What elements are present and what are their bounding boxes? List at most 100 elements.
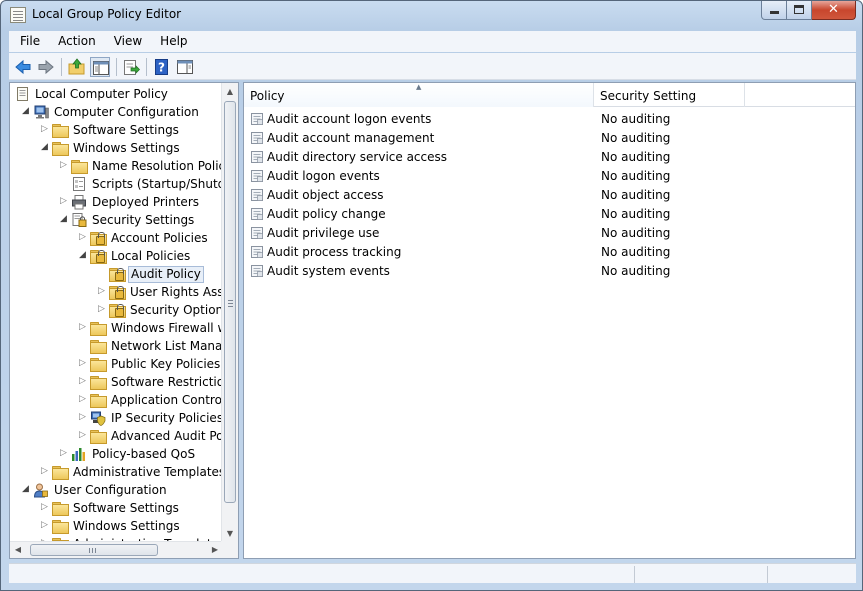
expanded-arrow-icon[interactable]: ◢ bbox=[22, 107, 31, 116]
show-hide-console-tree-button[interactable] bbox=[90, 57, 110, 77]
policy-row[interactable]: Audit process tracking No auditing bbox=[244, 243, 855, 262]
expanded-arrow-icon[interactable]: ◢ bbox=[79, 251, 88, 260]
collapsed-arrow-icon[interactable]: ▷ bbox=[79, 395, 88, 404]
tree-vertical-scrollbar[interactable]: ▲ ▼ bbox=[221, 83, 238, 542]
collapsed-arrow-icon[interactable]: ▷ bbox=[98, 287, 107, 296]
help-button[interactable]: ? bbox=[152, 57, 172, 77]
tree-node-windows-settings[interactable]: ◢ Windows Settings bbox=[10, 139, 223, 157]
collapsed-arrow-icon[interactable]: ▷ bbox=[79, 323, 88, 332]
scroll-down-arrow-icon[interactable]: ▼ bbox=[222, 525, 238, 542]
folder-shape bbox=[52, 520, 69, 534]
tree-node-label: Security Settings bbox=[92, 213, 195, 227]
collapsed-arrow-icon[interactable]: ▷ bbox=[79, 413, 88, 422]
tree-node-policy-based-qos[interactable]: ▷ Policy-based QoS bbox=[10, 445, 223, 463]
tree-node-windows-settings[interactable]: ▷ Windows Settings bbox=[10, 517, 223, 535]
close-button[interactable]: ✕ bbox=[812, 1, 856, 20]
policy-row[interactable]: Audit privilege use No auditing bbox=[244, 224, 855, 243]
expanded-arrow-icon[interactable]: ◢ bbox=[41, 143, 50, 152]
minimize-button[interactable] bbox=[761, 1, 787, 20]
collapsed-arrow-icon[interactable]: ▷ bbox=[79, 431, 88, 440]
collapsed-arrow-icon[interactable]: ▷ bbox=[79, 233, 88, 242]
tree-node-local-policies[interactable]: ◢ Local Policies bbox=[10, 247, 223, 265]
show-action-pane-button[interactable] bbox=[175, 57, 195, 77]
security-setting-value: No auditing bbox=[601, 264, 671, 278]
scroll-thumb[interactable] bbox=[224, 101, 236, 503]
security-setting-value: No auditing bbox=[601, 169, 671, 183]
tree-node-user-rights-assig[interactable]: ▷ User Rights Assig bbox=[10, 283, 223, 301]
collapsed-arrow-icon[interactable]: ▷ bbox=[98, 305, 107, 314]
tree-node-ip-security-policies-o[interactable]: ▷ IP Security Policies o bbox=[10, 409, 223, 427]
column-header-policy[interactable]: Policy ▲ bbox=[244, 83, 594, 107]
folder-icon bbox=[90, 428, 107, 444]
collapsed-arrow-icon[interactable]: ▷ bbox=[41, 125, 50, 134]
tree-node-software-restriction[interactable]: ▷ Software Restriction bbox=[10, 373, 223, 391]
tree-node-label: Audit Policy bbox=[128, 266, 204, 283]
scroll-left-arrow-icon[interactable]: ◀ bbox=[10, 542, 26, 558]
policy-row[interactable]: Audit logon events No auditing bbox=[244, 167, 855, 186]
app-icon[interactable] bbox=[10, 7, 26, 23]
forward-button[interactable] bbox=[36, 57, 56, 77]
collapsed-arrow-icon[interactable]: ▷ bbox=[79, 359, 88, 368]
column-header-security-setting[interactable]: Security Setting bbox=[594, 83, 745, 107]
tree-node-deployed-printers[interactable]: ▷ Deployed Printers bbox=[10, 193, 223, 211]
menu-view[interactable]: View bbox=[103, 31, 149, 52]
expanded-arrow-icon[interactable]: ◢ bbox=[60, 215, 69, 224]
tree-node-name-resolution-policy[interactable]: ▷ Name Resolution Policy bbox=[10, 157, 223, 175]
scroll-thumb[interactable] bbox=[30, 544, 158, 556]
details-pane: Policy ▲ Security Setting Audit account … bbox=[243, 82, 856, 559]
tree-node-security-options[interactable]: ▷ Security Options bbox=[10, 301, 223, 319]
tree-node-computer-configuration[interactable]: ◢ Computer Configuration bbox=[10, 103, 223, 121]
folder-icon bbox=[52, 500, 69, 516]
up-folder-button[interactable] bbox=[67, 57, 87, 77]
collapsed-arrow-icon[interactable]: ▷ bbox=[41, 521, 50, 530]
tree-node-software-settings[interactable]: ▷ Software Settings bbox=[10, 499, 223, 517]
maximize-button[interactable] bbox=[787, 1, 812, 20]
tree-node-audit-policy[interactable]: Audit Policy bbox=[10, 265, 223, 283]
tree-node-user-configuration[interactable]: ◢ User Configuration bbox=[10, 481, 223, 499]
menu-help[interactable]: Help bbox=[149, 31, 194, 52]
policy-row[interactable]: Audit policy change No auditing bbox=[244, 205, 855, 224]
tree-node-scripts-startup-shutdov[interactable]: Scripts (Startup/Shutdov bbox=[10, 175, 223, 193]
expanded-arrow-icon[interactable]: ◢ bbox=[22, 485, 31, 494]
tree-node-label: Windows Settings bbox=[73, 141, 180, 155]
collapsed-arrow-icon[interactable]: ▷ bbox=[41, 503, 50, 512]
policy-row[interactable]: Audit object access No auditing bbox=[244, 186, 855, 205]
folder-icon bbox=[52, 464, 69, 480]
policy-item-icon bbox=[250, 112, 264, 126]
security-setting-value: No auditing bbox=[601, 245, 671, 259]
folder-icon bbox=[52, 140, 69, 156]
tree-node-label: Policy-based QoS bbox=[92, 447, 196, 461]
policy-row[interactable]: Audit system events No auditing bbox=[244, 262, 855, 281]
policy-row[interactable]: Audit account logon events No auditing bbox=[244, 110, 855, 129]
collapsed-arrow-icon[interactable]: ▷ bbox=[60, 197, 69, 206]
menu-bar: File Action View Help bbox=[9, 31, 856, 52]
tree-node-administrative-templates[interactable]: ▷ Administrative Templates bbox=[10, 463, 223, 481]
tree-node-security-settings[interactable]: ◢ Security Settings bbox=[10, 211, 223, 229]
policy-row[interactable]: Audit directory service access No auditin… bbox=[244, 148, 855, 167]
scroll-up-arrow-icon[interactable]: ▲ bbox=[222, 83, 238, 100]
collapsed-arrow-icon[interactable]: ▷ bbox=[60, 161, 69, 170]
tree-node-public-key-policies[interactable]: ▷ Public Key Policies bbox=[10, 355, 223, 373]
tree-node-software-settings[interactable]: ▷ Software Settings bbox=[10, 121, 223, 139]
lock-icon bbox=[96, 232, 105, 245]
tree-node-account-policies[interactable]: ▷ Account Policies bbox=[10, 229, 223, 247]
menu-action[interactable]: Action bbox=[47, 31, 103, 52]
toolbar-separator bbox=[61, 58, 62, 76]
collapsed-arrow-icon[interactable]: ▷ bbox=[41, 467, 50, 476]
lock-icon bbox=[115, 286, 124, 299]
tree-node-label: Advanced Audit Poli bbox=[111, 429, 223, 443]
tree-node-local-computer-policy[interactable]: Local Computer Policy bbox=[10, 85, 223, 103]
tree-horizontal-scrollbar[interactable]: ◀ ▶ bbox=[10, 541, 223, 558]
policy-row[interactable]: Audit account management No auditing bbox=[244, 129, 855, 148]
collapsed-arrow-icon[interactable]: ▷ bbox=[79, 377, 88, 386]
tree-node-advanced-audit-poli[interactable]: ▷ Advanced Audit Poli bbox=[10, 427, 223, 445]
tree-node-network-list-manage[interactable]: Network List Manage bbox=[10, 337, 223, 355]
menu-file[interactable]: File bbox=[9, 31, 47, 52]
tree-node-windows-firewall-wit[interactable]: ▷ Windows Firewall wit bbox=[10, 319, 223, 337]
export-list-button[interactable] bbox=[121, 57, 141, 77]
back-button[interactable] bbox=[13, 57, 33, 77]
collapsed-arrow-icon[interactable]: ▷ bbox=[60, 449, 69, 458]
printer-icon bbox=[71, 194, 87, 210]
title-bar[interactable]: Local Group Policy Editor ✕ bbox=[1, 1, 862, 29]
tree-node-application-control-i[interactable]: ▷ Application Control I bbox=[10, 391, 223, 409]
